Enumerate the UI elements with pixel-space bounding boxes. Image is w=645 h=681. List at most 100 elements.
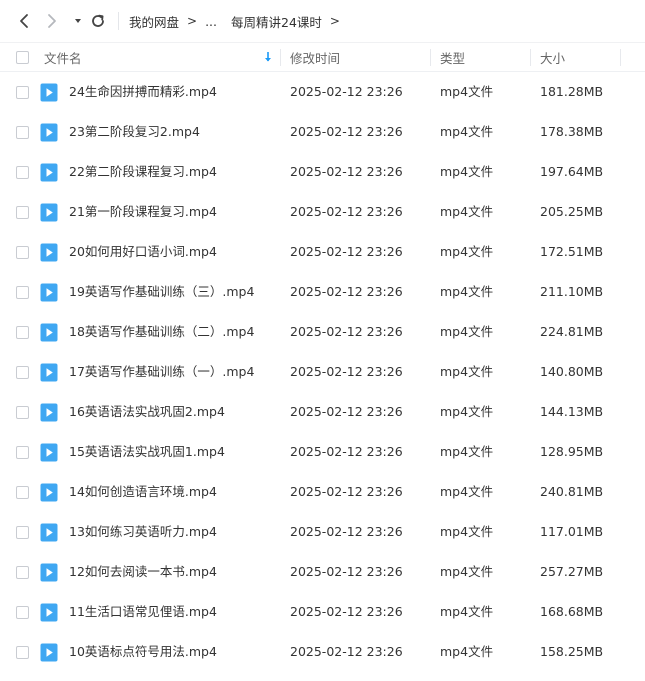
file-row[interactable]: 16英语语法实战巩固2.mp4 2025-02-12 23:26 mp4文件 1… — [0, 392, 645, 432]
file-modified-time: 2025-02-12 23:26 — [290, 604, 403, 619]
sort-descending-icon[interactable] — [264, 51, 272, 66]
file-name[interactable]: 23第二阶段复习2.mp4 — [69, 112, 200, 152]
select-all-checkbox[interactable] — [16, 51, 29, 64]
column-divider[interactable] — [280, 49, 281, 66]
file-name[interactable]: 17英语写作基础训练（一）.mp4 — [69, 352, 254, 392]
file-type: mp4文件 — [440, 604, 494, 619]
file-modified-time: 2025-02-12 23:26 — [290, 204, 403, 219]
column-divider[interactable] — [620, 49, 621, 66]
file-type: mp4文件 — [440, 404, 494, 419]
breadcrumb-current[interactable]: 每周精讲24课时 — [231, 12, 322, 31]
video-file-icon — [40, 163, 58, 182]
file-row[interactable]: 23第二阶段复习2.mp4 2025-02-12 23:26 mp4文件 178… — [0, 112, 645, 152]
row-checkbox[interactable] — [16, 445, 29, 459]
file-row[interactable]: 21第一阶段课程复习.mp4 2025-02-12 23:26 mp4文件 20… — [0, 192, 645, 232]
row-checkbox[interactable] — [16, 285, 29, 299]
row-checkbox[interactable] — [16, 125, 29, 139]
file-size: 144.13MB — [540, 404, 604, 419]
file-name[interactable]: 20如何用好口语小词.mp4 — [69, 232, 217, 272]
file-name[interactable]: 18英语写作基础训练（二）.mp4 — [69, 312, 254, 352]
video-file-icon — [40, 403, 58, 422]
file-name[interactable]: 19英语写作基础训练（三）.mp4 — [69, 272, 254, 312]
toolbar-divider — [118, 12, 119, 30]
breadcrumb-root[interactable]: 我的网盘 — [129, 12, 179, 31]
file-row[interactable]: 18英语写作基础训练（二）.mp4 2025-02-12 23:26 mp4文件… — [0, 312, 645, 352]
history-dropdown-icon[interactable] — [68, 11, 88, 31]
file-name[interactable]: 14如何创造语言环境.mp4 — [69, 472, 217, 512]
chevron-right-icon: > — [329, 14, 340, 28]
file-size: 205.25MB — [540, 204, 604, 219]
column-divider[interactable] — [530, 49, 531, 66]
file-size: 117.01MB — [540, 524, 604, 539]
file-modified-time: 2025-02-12 23:26 — [290, 284, 403, 299]
file-size: 181.28MB — [540, 84, 604, 99]
video-file-icon — [40, 283, 58, 302]
file-modified-time: 2025-02-12 23:26 — [290, 444, 403, 459]
file-name[interactable]: 10英语标点符号用法.mp4 — [69, 632, 217, 672]
forward-arrow-icon[interactable] — [42, 11, 62, 31]
row-checkbox[interactable] — [16, 405, 29, 419]
file-list: 24生命因拼搏而精彩.mp4 2025-02-12 23:26 mp4文件 18… — [0, 72, 645, 672]
video-file-icon — [40, 643, 58, 662]
file-row[interactable]: 17英语写作基础训练（一）.mp4 2025-02-12 23:26 mp4文件… — [0, 352, 645, 392]
file-modified-time: 2025-02-12 23:26 — [290, 484, 403, 499]
row-checkbox[interactable] — [16, 525, 29, 539]
file-name[interactable]: 11生活口语常见俚语.mp4 — [69, 592, 217, 632]
file-row[interactable]: 12如何去阅读一本书.mp4 2025-02-12 23:26 mp4文件 25… — [0, 552, 645, 592]
file-modified-time: 2025-02-12 23:26 — [290, 364, 403, 379]
file-modified-time: 2025-02-12 23:26 — [290, 644, 403, 659]
video-file-icon — [40, 243, 58, 262]
file-size: 158.25MB — [540, 644, 604, 659]
column-divider[interactable] — [430, 49, 431, 66]
column-header-size[interactable]: 大小 — [540, 43, 565, 72]
row-checkbox[interactable] — [16, 645, 29, 659]
file-name[interactable]: 24生命因拼搏而精彩.mp4 — [69, 72, 217, 112]
column-header-type[interactable]: 类型 — [440, 43, 465, 72]
file-name[interactable]: 13如何练习英语听力.mp4 — [69, 512, 217, 552]
file-type: mp4文件 — [440, 204, 494, 219]
row-checkbox[interactable] — [16, 605, 29, 619]
file-type: mp4文件 — [440, 564, 494, 579]
row-checkbox[interactable] — [16, 85, 29, 99]
file-type: mp4文件 — [440, 444, 494, 459]
refresh-icon[interactable] — [88, 11, 108, 31]
file-row[interactable]: 22第二阶段课程复习.mp4 2025-02-12 23:26 mp4文件 19… — [0, 152, 645, 192]
file-name[interactable]: 16英语语法实战巩固2.mp4 — [69, 392, 225, 432]
file-name[interactable]: 22第二阶段课程复习.mp4 — [69, 152, 217, 192]
file-modified-time: 2025-02-12 23:26 — [290, 324, 403, 339]
row-checkbox[interactable] — [16, 325, 29, 339]
file-size: 224.81MB — [540, 324, 604, 339]
row-checkbox[interactable] — [16, 245, 29, 259]
file-name[interactable]: 21第一阶段课程复习.mp4 — [69, 192, 217, 232]
column-header-name[interactable]: 文件名 — [44, 43, 280, 72]
video-file-icon — [40, 363, 58, 382]
file-row[interactable]: 11生活口语常见俚语.mp4 2025-02-12 23:26 mp4文件 16… — [0, 592, 645, 632]
breadcrumb-ellipsis[interactable]: ... — [205, 14, 217, 29]
row-checkbox[interactable] — [16, 485, 29, 499]
file-modified-time: 2025-02-12 23:26 — [290, 564, 403, 579]
file-size: 257.27MB — [540, 564, 604, 579]
file-row[interactable]: 20如何用好口语小词.mp4 2025-02-12 23:26 mp4文件 17… — [0, 232, 645, 272]
video-file-icon — [40, 523, 58, 542]
breadcrumb: 我的网盘 > ... 每周精讲24课时 > — [129, 0, 348, 42]
file-size: 128.95MB — [540, 444, 604, 459]
file-row[interactable]: 10英语标点符号用法.mp4 2025-02-12 23:26 mp4文件 15… — [0, 632, 645, 672]
file-row[interactable]: 13如何练习英语听力.mp4 2025-02-12 23:26 mp4文件 11… — [0, 512, 645, 552]
file-modified-time: 2025-02-12 23:26 — [290, 524, 403, 539]
file-type: mp4文件 — [440, 284, 494, 299]
file-row[interactable]: 24生命因拼搏而精彩.mp4 2025-02-12 23:26 mp4文件 18… — [0, 72, 645, 112]
row-checkbox[interactable] — [16, 205, 29, 219]
column-header-mtime[interactable]: 修改时间 — [290, 43, 340, 72]
file-name[interactable]: 12如何去阅读一本书.mp4 — [69, 552, 217, 592]
row-checkbox[interactable] — [16, 565, 29, 579]
video-file-icon — [40, 123, 58, 142]
file-list-header: 文件名 修改时间 类型 大小 — [0, 42, 645, 72]
file-row[interactable]: 14如何创造语言环境.mp4 2025-02-12 23:26 mp4文件 24… — [0, 472, 645, 512]
file-name[interactable]: 15英语语法实战巩固1.mp4 — [69, 432, 225, 472]
file-modified-time: 2025-02-12 23:26 — [290, 404, 403, 419]
row-checkbox[interactable] — [16, 365, 29, 379]
row-checkbox[interactable] — [16, 165, 29, 179]
file-row[interactable]: 15英语语法实战巩固1.mp4 2025-02-12 23:26 mp4文件 1… — [0, 432, 645, 472]
back-arrow-icon[interactable] — [14, 11, 34, 31]
file-row[interactable]: 19英语写作基础训练（三）.mp4 2025-02-12 23:26 mp4文件… — [0, 272, 645, 312]
